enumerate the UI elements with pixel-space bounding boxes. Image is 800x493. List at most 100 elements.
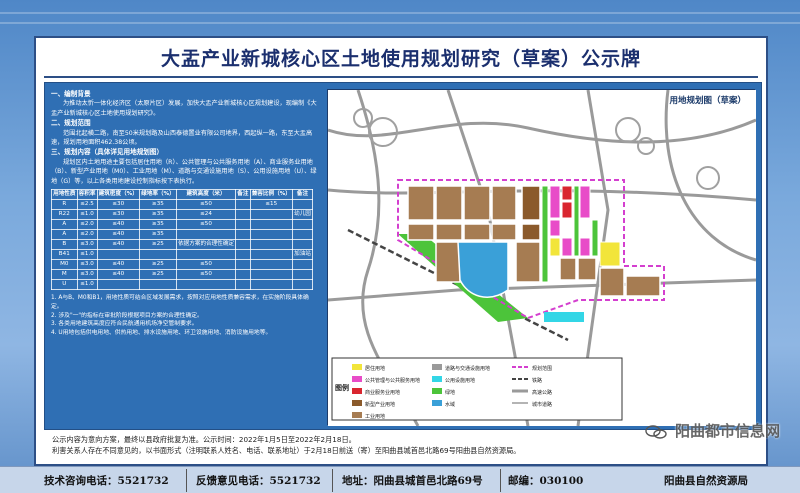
spec-cell: ≤2.0	[76, 219, 98, 231]
spec-table-row: R ≤2.5 ≤30 ≥35 ≤50 ≤15	[51, 199, 313, 211]
scope-text: 范围北起横二路，南至50米规划路及山西泰德置业有限公司地界，西起纵一路，东至大盂…	[51, 129, 313, 147]
spec-table-row: M ≤3.0 ≤40 ≥25 ≤50	[51, 269, 313, 281]
parcel	[625, 275, 661, 297]
spec-cell: ≤30	[96, 199, 141, 211]
legend-title: 图例	[335, 383, 349, 392]
tech-phone: 技术咨询电话：5521732	[44, 475, 169, 487]
parcel	[515, 241, 541, 283]
legend-swatch	[352, 364, 362, 370]
map-drawing: 图例 居住用地 公共管理与公共服务用地 商业服务业用地 新型产业用地 工业用地 …	[328, 90, 756, 426]
parcel	[561, 237, 573, 257]
parcel	[579, 237, 591, 257]
spec-cell: ≤40	[96, 259, 141, 271]
spec-cell	[292, 199, 313, 211]
legend-swatch	[432, 376, 442, 382]
notice-board: 大盂产业新城核心区土地使用规划研究（草案）公示牌 一、编制背景 为推动太忻一体化…	[34, 36, 768, 466]
parcel	[549, 185, 561, 219]
spec-header: 备注	[235, 189, 251, 201]
spec-cell: M	[51, 269, 78, 281]
spec-cell: ≤3.0	[76, 239, 98, 251]
parcel	[521, 185, 541, 221]
contact-divider	[332, 469, 333, 492]
parcel	[561, 185, 573, 201]
legend-swatch	[352, 388, 362, 394]
spec-cell: ≤3.0	[76, 269, 98, 281]
spec-table-header-row: 用地性质 容积率 建筑密度（%） 绿地率（%） 建筑高度（米） 备注 兼容比例（…	[51, 189, 313, 201]
parcel	[491, 185, 517, 221]
spec-cell: ≤40	[96, 269, 141, 281]
notice-line: 利害关系人存在不同意见的，以书面形式（注明联系人姓名、电话、联系地址）于2月18…	[52, 446, 521, 455]
spec-table-row: M0 ≤3.0 ≤40 ≥25 ≤50	[51, 259, 313, 271]
spec-cell: R22	[51, 209, 78, 221]
spec-cell: ≥35	[139, 219, 177, 231]
spec-cell: ≤50	[175, 219, 237, 231]
spec-cell: ≤40	[96, 229, 141, 241]
watermark: 阳曲都市信息网	[645, 420, 780, 441]
spec-cell	[249, 219, 294, 231]
spec-cell: ≥35	[139, 199, 177, 211]
parcel	[599, 267, 625, 297]
parcel	[549, 237, 561, 257]
spec-cell: ≤1.0	[76, 279, 98, 291]
map-title: 用地规划图（草案）	[669, 96, 746, 106]
text-column: 一、编制背景 为推动太忻一体化经济区（太原片区）发展，加快大盂产业新城核心区规划…	[51, 89, 319, 425]
board-title: 大盂产业新城核心区土地使用规划研究（草案）公示牌	[160, 48, 641, 70]
spec-table-row: U ≤1.0	[51, 279, 313, 291]
parcel	[599, 241, 621, 267]
note-item: 2. 涉及"一"的指标在审批阶段根据项目方案的合理性确定。	[51, 312, 203, 319]
legend-label: 公共管理与公共服务用地	[365, 377, 420, 384]
commercial-parcels	[561, 185, 573, 219]
spec-cell: R	[51, 199, 78, 211]
spec-cell: ≤50	[175, 269, 237, 281]
spec-table-row: A ≤2.0 ≤40 ≥35 ≤50	[51, 219, 313, 231]
spec-cell	[139, 279, 177, 291]
legend-swatch	[432, 364, 442, 370]
spec-cell: B41	[51, 249, 78, 261]
spec-cell: ≤2.5	[76, 199, 98, 211]
spec-cell: A	[51, 229, 78, 241]
sky-stripe	[0, 22, 800, 24]
spec-cell	[235, 259, 251, 271]
legend-swatch	[352, 400, 362, 406]
spec-cell: ≥25	[139, 259, 177, 271]
background-heading: 一、编制背景	[51, 90, 91, 98]
parcel	[577, 257, 597, 281]
spec-header: 绿地率（%）	[139, 189, 177, 201]
spec-header: 用地性质	[51, 189, 78, 201]
legend-swatch	[352, 412, 362, 418]
parcel	[463, 223, 491, 241]
spec-cell	[249, 279, 294, 291]
parcel	[435, 223, 463, 241]
spec-cell	[235, 199, 251, 211]
spec-cell	[235, 229, 251, 241]
spec-header: 建筑高度（米）	[175, 189, 237, 201]
spec-cell	[235, 279, 251, 291]
spec-cell	[249, 229, 294, 241]
spec-cell: ≤24	[175, 209, 237, 221]
legend-label: 新型产业用地	[365, 401, 395, 408]
utility-parcel	[544, 312, 584, 322]
spec-cell: ≤2.0	[76, 229, 98, 241]
parcel	[491, 223, 517, 241]
chat-bubble-icon	[645, 424, 667, 439]
legend-label: 商业服务业用地	[365, 389, 400, 396]
spec-cell	[292, 269, 313, 281]
spec-cell: 依据方案的合理性确定	[175, 239, 237, 251]
parcel	[559, 257, 577, 281]
spec-cell	[235, 209, 251, 221]
water-body	[457, 241, 509, 298]
spec-cell: 幼儿园	[292, 209, 313, 221]
spec-cell	[175, 279, 237, 291]
spec-cell: ≤1.0	[76, 249, 98, 261]
address: 地址：阳曲县城首邑北路69号	[342, 475, 483, 487]
land-use-map: 图例 居住用地 公共管理与公共服务用地 商业服务业用地 新型产业用地 工业用地 …	[327, 89, 756, 426]
watermark-text: 阳曲都市信息网	[674, 422, 780, 440]
spec-cell: ≥25	[139, 269, 177, 281]
parcel	[463, 185, 491, 221]
spec-cell	[175, 229, 237, 241]
legend-label: 工业用地	[365, 413, 385, 420]
spec-cell	[139, 249, 177, 261]
legend-label: 铁路	[532, 377, 542, 384]
note-item: 1. A与B、M0和B1，用地性质可结合区域发展需求，按照对应用地性质兼容需求，…	[51, 295, 309, 310]
spec-cell	[249, 269, 294, 281]
